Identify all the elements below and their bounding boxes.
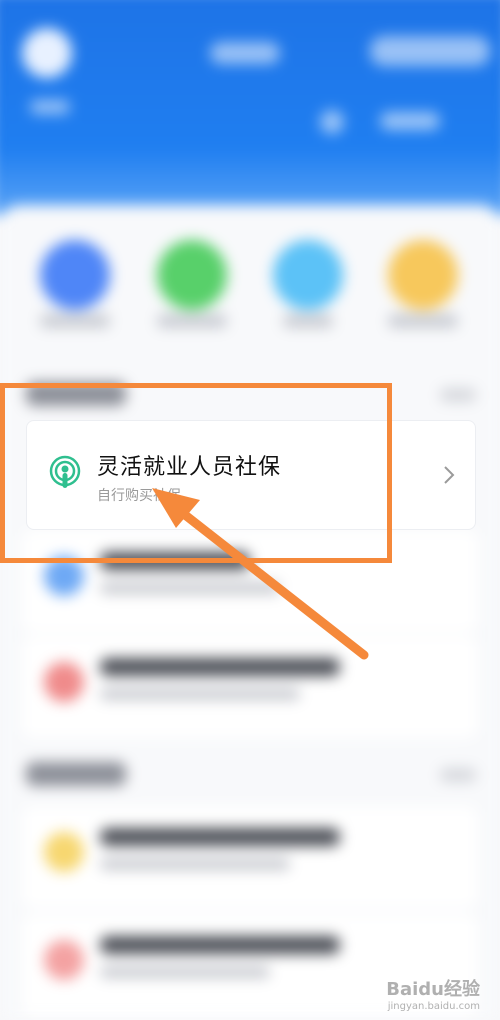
avatar (22, 28, 72, 78)
list-item (22, 636, 478, 738)
list-item-title-placeholder (100, 936, 340, 954)
section-title-2 (26, 762, 126, 786)
header-link-placeholder (380, 112, 440, 130)
service-icon-2 (157, 240, 227, 310)
list-item-icon (44, 832, 84, 872)
list-item-icon (44, 662, 84, 702)
list-item-sub-placeholder (100, 688, 300, 700)
section-more-2 (440, 768, 476, 782)
service-icon-1 (40, 240, 110, 310)
list-item (22, 806, 478, 908)
watermark-brand: Baidu经验 (386, 979, 480, 1000)
list-item-title-placeholder (100, 658, 340, 676)
header-sub-placeholder (30, 100, 70, 114)
list-item-sub-placeholder (100, 858, 290, 870)
list-item-sub-placeholder (100, 966, 270, 978)
header-action-placeholder (370, 36, 490, 66)
service-icon-3 (273, 240, 343, 310)
header-title-placeholder (210, 42, 280, 64)
watermark: Baidu经验 jingyan.baidu.com (386, 975, 480, 1012)
watermark-url: jingyan.baidu.com (387, 1001, 480, 1012)
section-more-1 (440, 388, 476, 402)
list-item-sub-placeholder (100, 582, 280, 594)
header-icon-placeholder (320, 110, 344, 134)
service-label-1 (40, 314, 110, 328)
list-item-icon (44, 940, 84, 980)
annotation-highlight-box (0, 383, 392, 563)
list-item-title-placeholder (100, 828, 340, 846)
service-icon-4 (388, 240, 458, 310)
app-header (0, 0, 500, 215)
service-label-2 (157, 314, 227, 328)
chevron-right-icon (444, 466, 455, 484)
service-label-3 (283, 314, 333, 328)
service-label-4 (388, 314, 458, 328)
